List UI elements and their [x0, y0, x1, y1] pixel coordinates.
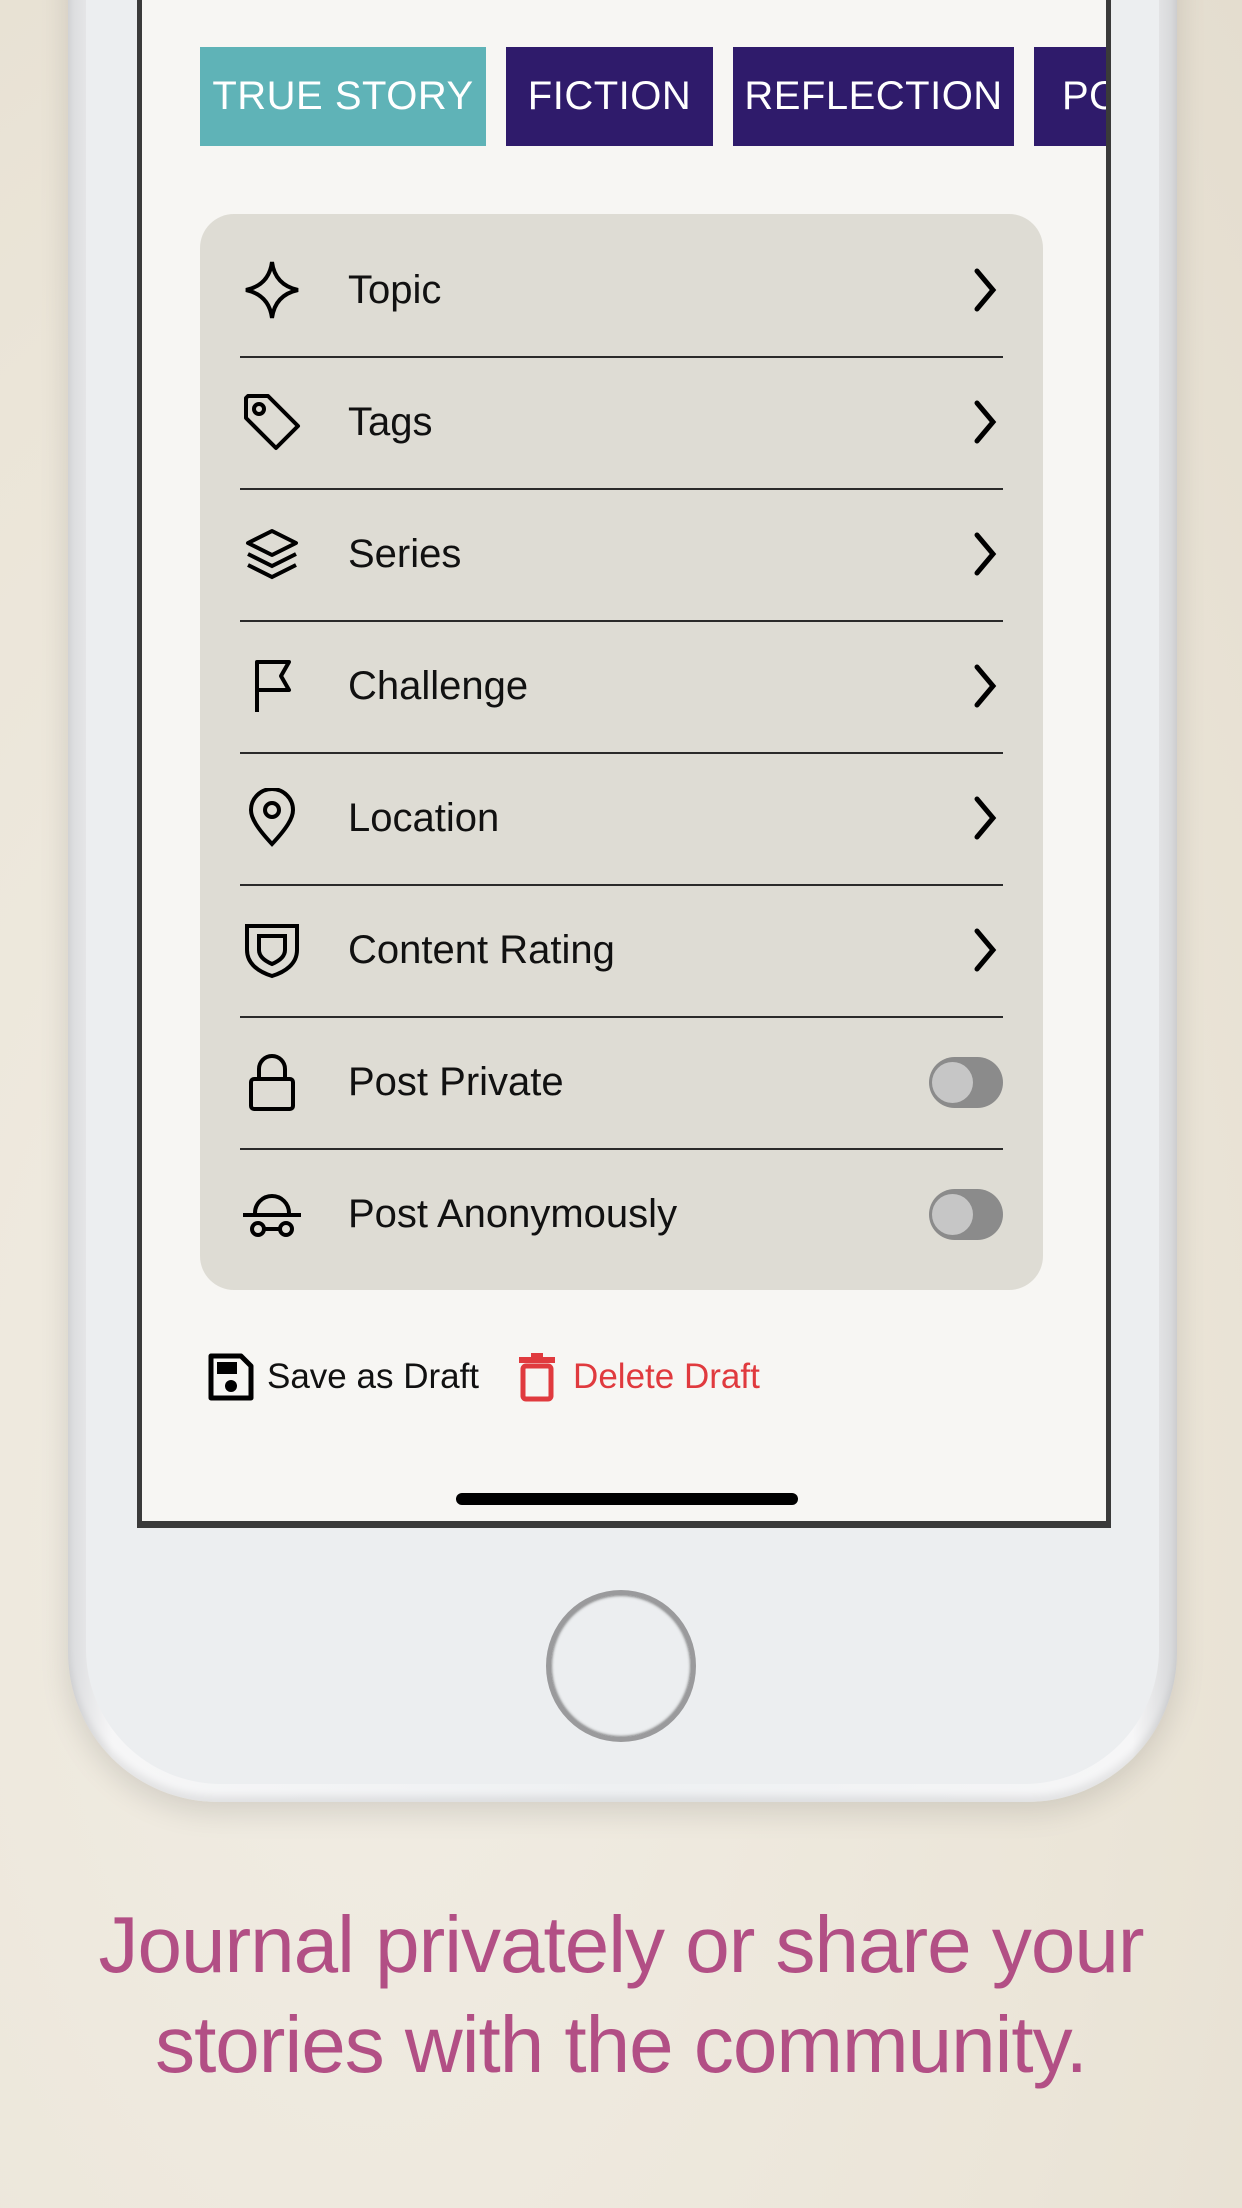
settings-row-label: Post Private	[348, 1059, 564, 1104]
chevron-right-icon	[974, 268, 997, 312]
settings-row-label: Tags	[348, 399, 433, 444]
chip-po[interactable]: PO	[1034, 47, 1106, 146]
chip-reflection[interactable]: REFLECTION	[733, 47, 1014, 146]
settings-row-post-anonymously: Post Anonymously	[240, 1148, 1003, 1280]
home-button	[546, 1590, 696, 1742]
tag-icon	[240, 390, 304, 454]
shield-icon	[240, 918, 304, 982]
caption-line-2: stories with the community.	[155, 2000, 1088, 2089]
settings-row-tags[interactable]: Tags	[240, 356, 1003, 490]
toggle-knob	[932, 1061, 973, 1103]
flag-icon	[240, 654, 304, 718]
chevron-right-icon	[974, 796, 997, 840]
draft-actions: Save as Draft Delete Draft	[207, 1352, 760, 1402]
post-settings-card: Topic Tags Series Challenge Location Con…	[200, 214, 1043, 1290]
map-pin-icon	[240, 786, 304, 850]
marketing-caption: Journal privately or share your stories …	[0, 1895, 1242, 2095]
layers-icon	[240, 522, 304, 586]
incognito-icon	[240, 1182, 304, 1246]
sparkle-icon	[240, 258, 304, 322]
chip-true-story[interactable]: TRUE STORY	[200, 47, 486, 146]
settings-row-label: Series	[348, 531, 462, 576]
post-private-toggle[interactable]	[929, 1056, 1003, 1108]
floppy-disk-icon	[208, 1353, 254, 1401]
delete-draft-label: Delete Draft	[573, 1357, 760, 1396]
lock-icon	[240, 1050, 304, 1114]
settings-row-topic[interactable]: Topic	[240, 224, 1003, 358]
settings-row-post-private: Post Private	[240, 1016, 1003, 1150]
chevron-right-icon	[974, 532, 997, 576]
chevron-right-icon	[974, 928, 997, 972]
settings-row-series[interactable]: Series	[240, 488, 1003, 622]
settings-row-label: Post Anonymously	[348, 1191, 678, 1236]
settings-row-location[interactable]: Location	[240, 752, 1003, 886]
chevron-right-icon	[974, 664, 997, 708]
app-screen: TRUE STORY FICTION REFLECTION PO Topic T…	[137, 0, 1111, 1528]
chip-fiction[interactable]: FICTION	[506, 47, 713, 146]
save-draft-label: Save as Draft	[267, 1357, 480, 1396]
chevron-right-icon	[974, 400, 997, 444]
settings-row-content-rating[interactable]: Content Rating	[240, 884, 1003, 1018]
toggle-knob	[932, 1193, 973, 1235]
delete-draft-button[interactable]: Delete Draft	[517, 1352, 760, 1402]
settings-row-label: Location	[348, 795, 500, 840]
settings-row-label: Topic	[348, 267, 442, 312]
settings-row-challenge[interactable]: Challenge	[240, 620, 1003, 754]
settings-row-label: Content Rating	[348, 927, 615, 972]
home-indicator	[456, 1493, 798, 1505]
caption-line-1: Journal privately or share your	[98, 1900, 1144, 1989]
category-chips: TRUE STORY FICTION REFLECTION PO	[200, 47, 1106, 146]
post-anonymously-toggle[interactable]	[929, 1188, 1003, 1240]
trash-icon	[519, 1353, 556, 1402]
save-draft-button[interactable]: Save as Draft	[207, 1352, 479, 1402]
settings-row-label: Challenge	[348, 663, 529, 708]
